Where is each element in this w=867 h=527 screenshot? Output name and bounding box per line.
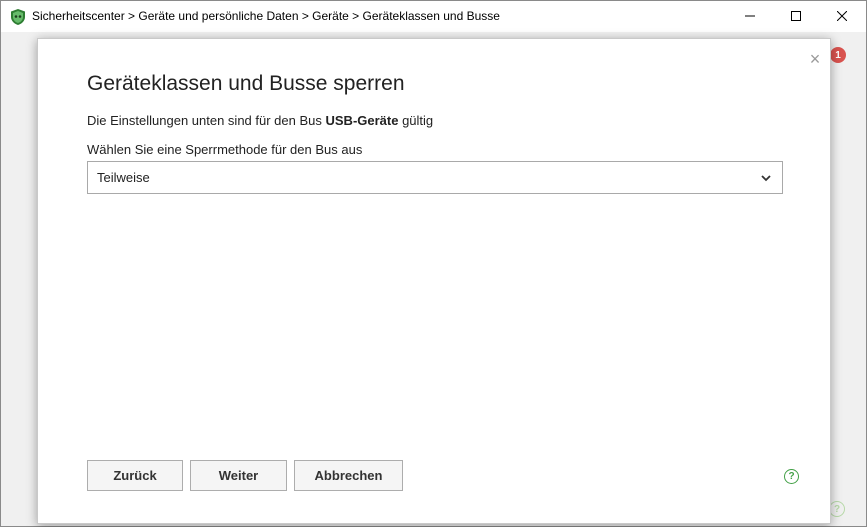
dialog-title: Geräteklassen und Busse sperren <box>87 72 405 95</box>
bus-info-suffix: gültig <box>398 113 434 128</box>
app-window: Sicherheitscenter > Geräte und persönlic… <box>0 0 867 527</box>
maximize-button[interactable] <box>773 1 819 32</box>
shield-app-icon <box>9 8 27 26</box>
title-bar[interactable]: Sicherheitscenter > Geräte und persönlic… <box>1 1 866 32</box>
bus-info-prefix: Die Einstellungen unten sind für den Bus <box>87 113 326 128</box>
lock-method-value: Teilweise <box>97 170 150 185</box>
maximize-icon <box>791 8 801 26</box>
background-help-icon[interactable]: ? <box>829 501 845 517</box>
bus-info-text: Die Einstellungen unten sind für den Bus… <box>87 113 433 128</box>
next-button[interactable]: Weiter <box>190 460 287 491</box>
dialog-close-button[interactable]: × <box>805 49 825 69</box>
cancel-button[interactable]: Abbrechen <box>294 460 403 491</box>
lock-method-label: Wählen Sie eine Sperrmethode für den Bus… <box>87 142 363 157</box>
close-icon <box>836 8 848 26</box>
bus-name: USB-Geräte <box>325 113 399 128</box>
notification-badge[interactable]: 1 <box>830 47 846 63</box>
back-button[interactable]: Zurück <box>87 460 183 491</box>
close-window-button[interactable] <box>819 1 865 32</box>
lock-method-select[interactable]: Teilweise <box>87 161 783 194</box>
minimize-icon <box>745 8 755 26</box>
chevron-down-icon <box>760 171 772 183</box>
minimize-button[interactable] <box>727 1 773 32</box>
lock-dialog: × Geräteklassen und Busse sperren Die Ei… <box>37 38 831 524</box>
window-title: Sicherheitscenter > Geräte und persönlic… <box>32 9 500 23</box>
help-icon[interactable]: ? <box>784 469 799 484</box>
